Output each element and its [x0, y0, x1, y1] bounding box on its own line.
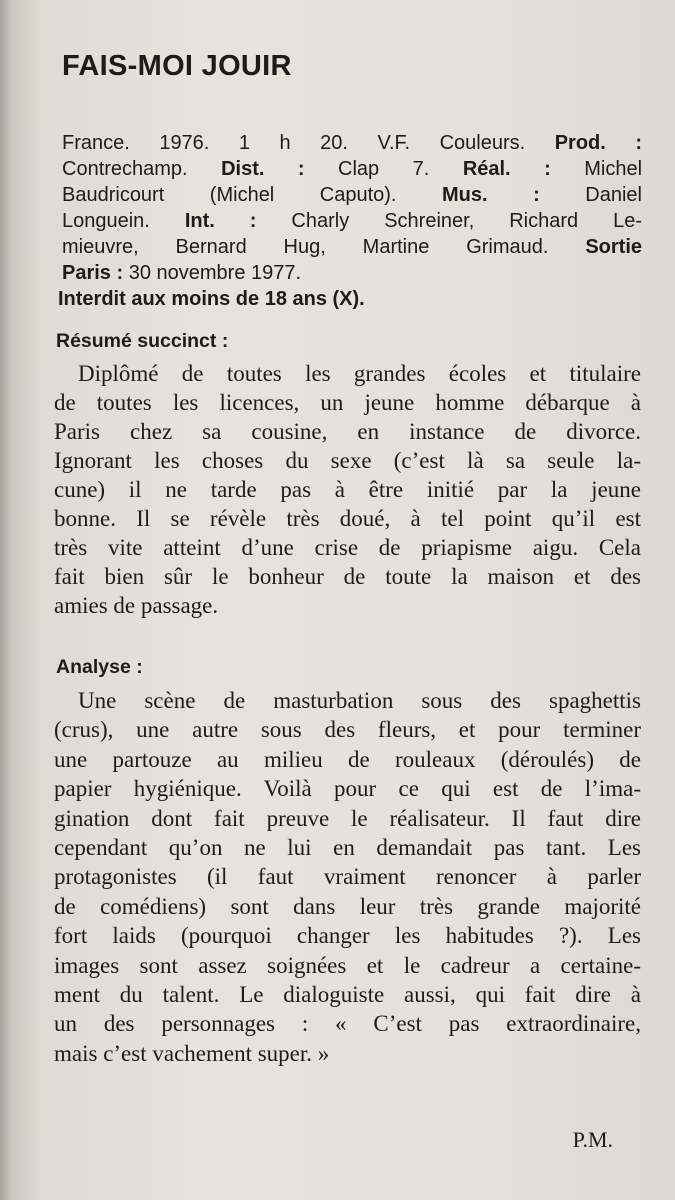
- credits-label: Int. :: [184, 210, 257, 232]
- text-line: amies de passage.: [54, 593, 219, 618]
- credits-value: 30 novembre 1977.: [123, 262, 302, 284]
- text-line: cependant qu’on ne lui en demandait pas …: [54, 835, 641, 860]
- credits-value: mieuvre, Bernard Hug, Martine Grimaud.: [62, 236, 586, 258]
- credits-label: Réal. :: [462, 158, 551, 180]
- author-signature: P.M.: [572, 1127, 613, 1152]
- credits-line: mieuvre, Bernard Hug, Martine Grimaud. S…: [62, 235, 642, 259]
- credits-label: Prod. :: [554, 132, 642, 154]
- text-line: Paris chez sa cousine, en instance de di…: [54, 419, 641, 444]
- text-line: de comédiens) sont dans leur très grande…: [54, 893, 641, 919]
- text-line: de toutes les licences, un jeune homme d…: [54, 390, 641, 415]
- analysis-heading: Analyse :: [56, 656, 143, 678]
- text-line: Ignorant les choses du sexe (c’est là sa…: [54, 448, 641, 473]
- credits-line: Baudricourt (Michel Caputo). Mus. : Dani…: [62, 183, 642, 207]
- text-line: papier hygiénique. Voilà pour ce qui est…: [54, 776, 641, 802]
- text-line: ment du talent. Le dialoguiste aussi, qu…: [54, 982, 641, 1007]
- credits-value: Contrechamp.: [62, 158, 222, 180]
- text-line: images sont assez soignées et le cadreur…: [54, 952, 641, 978]
- credits-line: Interdit aux moins de 18 ans (X).: [58, 287, 638, 311]
- text-line: protagonistes (il faut vraiment renoncer…: [54, 864, 641, 890]
- credits-value: Baudricourt (Michel Caputo).: [62, 184, 443, 206]
- credits-value: France. 1976. 1 h 20. V.F. Couleurs.: [62, 132, 555, 154]
- text-line: fait bien sûr le bonheur de toute la mai…: [54, 564, 641, 589]
- text-line: gination dont fait preuve le réalisateur…: [54, 805, 641, 831]
- credits-line: Contrechamp. Dist. : Clap 7. Réal. : Mic…: [62, 157, 642, 181]
- credits-line: France. 1976. 1 h 20. V.F. Couleurs. Pro…: [62, 131, 642, 155]
- text-line: Une scène de masturbation sous des spagh…: [78, 688, 641, 713]
- credits-line: Longuein. Int. : Charly Schreiner, Richa…: [62, 209, 642, 233]
- text-line: une partouze au milieu de rouleaux (déro…: [54, 746, 641, 772]
- credits-label: Dist. :: [221, 158, 305, 180]
- text-line: un des personnages : « C’est pas extraor…: [54, 1011, 641, 1037]
- credits-label: Interdit aux moins de 18 ans (X).: [58, 288, 365, 310]
- credits-value: Clap 7.: [304, 158, 463, 180]
- text-line: fort laids (pourquoi changer les habitud…: [54, 923, 641, 949]
- text-line: mais c’est vachement super. »: [54, 1040, 330, 1066]
- text-line: bonne. Il se révèle très doué, à tel poi…: [54, 506, 641, 531]
- credits-label: Mus. :: [442, 184, 540, 206]
- credits-label: Paris :: [62, 262, 124, 284]
- credits-label: Sortie: [585, 236, 642, 258]
- credits-value: Daniel: [539, 184, 642, 206]
- text-line: très vite atteint d’une crise de priapis…: [54, 535, 641, 560]
- credits-value: Longuein.: [62, 210, 185, 232]
- text-line: cune) il ne tarde pas à être initié par …: [54, 477, 641, 502]
- text-line: Diplômé de toutes les grandes écoles et …: [78, 361, 641, 386]
- text-line: (crus), une autre sous des fleurs, et po…: [54, 717, 641, 743]
- film-title: FAIS-MOI JOUIR: [62, 50, 292, 82]
- credits-value: Charly Schreiner, Richard Le-: [256, 210, 643, 232]
- summary-heading: Résumé succinct :: [56, 330, 229, 352]
- credits-line: Paris : 30 novembre 1977.: [62, 261, 642, 285]
- credits-value: Michel: [550, 158, 643, 180]
